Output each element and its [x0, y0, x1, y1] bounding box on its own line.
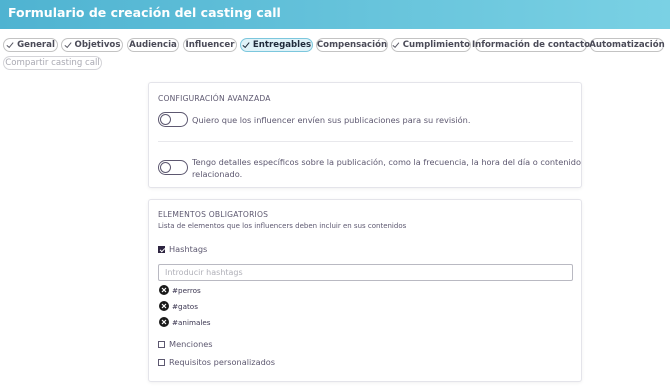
hashtag-chip: #gatos [172, 302, 198, 311]
tab-label: Objetivos [74, 40, 121, 50]
tab-label: General [17, 40, 55, 50]
toggle-knob [160, 162, 171, 173]
specific-details-toggle[interactable] [158, 160, 188, 175]
specific-details-label: Tengo detalles específicos sobre la publ… [192, 156, 581, 180]
check-icon [6, 42, 14, 49]
tab-label: Entregables [252, 40, 312, 50]
mentions-label: Menciones [169, 339, 213, 349]
tab-label: Cumplimiento [402, 40, 470, 50]
advanced-settings-title: CONFIGURACIÓN AVANZADA [158, 94, 271, 103]
tab-general[interactable]: General [3, 38, 58, 52]
toggle-knob [160, 114, 171, 125]
specific-details-label-line2: relacionado. [192, 169, 243, 179]
hashtags-input[interactable] [158, 264, 573, 281]
custom-requirements-checkbox[interactable] [158, 359, 165, 366]
hashtags-checkbox[interactable] [158, 246, 165, 253]
tab-label: Influencer [185, 40, 235, 50]
hashtag-chip: #animales [172, 318, 211, 327]
hashtag-chip: #perros [172, 286, 201, 295]
tab-label: Automatización [589, 40, 665, 50]
tab-compensacion[interactable]: Compensación [316, 38, 388, 52]
tab-label: Información de contacto [471, 40, 591, 50]
check-icon [64, 42, 72, 49]
review-submissions-label: Quiero que los influencer envíen sus pub… [192, 115, 471, 125]
tab-informacion-contacto[interactable]: Información de contacto [471, 38, 591, 52]
app-header: Formulario de creación del casting call [0, 0, 670, 29]
tab-compartir-casting-call[interactable]: Compartir casting call [3, 56, 102, 70]
custom-requirements-label: Requisitos personalizados [169, 357, 276, 367]
divider [158, 141, 573, 142]
remove-hashtag-animales-icon[interactable] [159, 317, 169, 327]
tab-influencer[interactable]: Influencer [183, 38, 237, 52]
required-elements-title: ELEMENTOS OBLIGATORIOS [158, 210, 269, 219]
check-icon [392, 42, 400, 49]
advanced-settings-card: CONFIGURACIÓN AVANZADA Quiero que los in… [148, 82, 582, 188]
tab-entregables[interactable]: Entregables [240, 38, 313, 52]
tab-cumplimiento[interactable]: Cumplimiento [391, 38, 471, 52]
tab-audiencia[interactable]: Audiencia [127, 38, 179, 52]
required-elements-subtitle: Lista de elementos que los influencers d… [158, 222, 407, 230]
tab-label: Compartir casting call [5, 58, 100, 68]
check-icon [242, 42, 250, 49]
review-submissions-toggle[interactable] [158, 112, 188, 127]
remove-hashtag-perros-icon[interactable] [159, 285, 169, 295]
remove-hashtag-gatos-icon[interactable] [159, 301, 169, 311]
mentions-checkbox[interactable] [158, 341, 165, 348]
tab-objetivos[interactable]: Objetivos [61, 38, 123, 52]
tab-label: Audiencia [129, 40, 177, 50]
hashtags-label: Hashtags [169, 244, 208, 254]
tab-automatizacion[interactable]: Automatización [589, 38, 665, 52]
required-elements-card: ELEMENTOS OBLIGATORIOS Lista de elemento… [148, 199, 582, 382]
page-title: Formulario de creación del casting call [8, 5, 281, 20]
tab-label: Compensación [316, 40, 388, 50]
specific-details-label-line1: Tengo detalles específicos sobre la publ… [192, 157, 581, 167]
